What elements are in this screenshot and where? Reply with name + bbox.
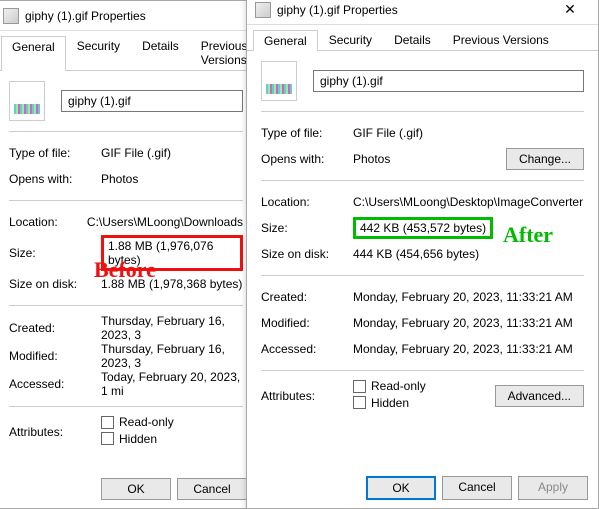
window-title: giphy (1).gif Properties [277,3,550,17]
modified-value: Monday, February 20, 2023, 11:33:21 AM [353,316,584,330]
accessed-value: Today, February 20, 2023, 1 mi [101,370,243,398]
window-icon [255,2,271,18]
tab-details[interactable]: Details [131,35,190,70]
window-title: giphy (1).gif Properties [25,9,249,23]
file-type-icon [9,81,45,121]
opens-value: Photos [101,172,243,186]
hidden-checkbox[interactable]: Hidden [101,432,157,446]
size-label: Size: [261,221,353,235]
size-on-disk-label: Size on disk: [261,247,353,261]
properties-dialog-before: giphy (1).gif Properties General Securit… [0,0,258,509]
modified-label: Modified: [9,349,101,363]
readonly-checkbox[interactable]: Read-only [101,415,174,429]
location-label: Location: [261,195,353,209]
modified-label: Modified: [261,316,353,330]
ok-button[interactable]: OK [101,478,171,500]
close-button[interactable]: ✕ [550,0,590,24]
accessed-label: Accessed: [261,342,353,356]
accessed-label: Accessed: [9,377,101,391]
apply-button[interactable]: Apply [518,476,588,500]
titlebar[interactable]: giphy (1).gif Properties [0,1,257,31]
attributes-label: Attributes: [261,389,353,403]
size-label: Size: [9,246,101,260]
opens-label: Opens with: [261,152,353,166]
opens-label: Opens with: [9,172,101,186]
created-value: Monday, February 20, 2023, 11:33:21 AM [353,290,584,304]
attributes-label: Attributes: [9,425,101,439]
size-on-disk-value: 444 KB (454,656 bytes) [353,247,584,261]
created-value: Thursday, February 16, 2023, 3 [101,314,243,342]
cancel-button[interactable]: Cancel [442,476,512,500]
cancel-button[interactable]: Cancel [177,478,247,500]
size-on-disk-label: Size on disk: [9,277,101,291]
annotation-after: After [503,222,553,248]
type-value: GIF File (.gif) [353,126,584,140]
tab-previous-versions[interactable]: Previous Versions [442,29,560,50]
type-label: Type of file: [261,126,353,140]
file-type-icon [261,61,297,101]
ok-button[interactable]: OK [366,476,436,500]
location-label: Location: [9,215,87,229]
tabs: General Security Details Previous Versio… [247,25,598,51]
tab-general[interactable]: General [253,30,318,51]
annotation-before: Before [94,257,156,283]
tab-details[interactable]: Details [383,29,442,50]
advanced-button[interactable]: Advanced... [495,385,584,407]
size-value-highlighted: 442 KB (453,572 bytes) [353,217,493,239]
tab-security[interactable]: Security [66,35,131,70]
tabs: General Security Details Previous Versio… [0,31,257,71]
opens-value: Photos [353,152,506,166]
filename-input[interactable]: giphy (1).gif [313,70,584,92]
type-value: GIF File (.gif) [101,146,243,160]
window-icon [3,8,19,24]
type-label: Type of file: [9,146,101,160]
properties-dialog-after: giphy (1).gif Properties ✕ General Secur… [246,0,599,509]
tab-general[interactable]: General [1,36,66,71]
created-label: Created: [9,321,101,335]
accessed-value: Monday, February 20, 2023, 11:33:21 AM [353,342,584,356]
change-button[interactable]: Change... [506,148,584,170]
tab-security[interactable]: Security [318,29,383,50]
filename-input[interactable]: giphy (1).gif [61,90,243,112]
titlebar[interactable]: giphy (1).gif Properties ✕ [247,0,598,25]
modified-value: Thursday, February 16, 2023, 3 [101,342,243,370]
location-value: C:\Users\MLoong\Downloads [87,215,243,229]
created-label: Created: [261,290,353,304]
location-value: C:\Users\MLoong\Desktop\ImageConverter [353,195,584,209]
readonly-checkbox[interactable]: Read-only [353,379,426,393]
hidden-checkbox[interactable]: Hidden [353,396,409,410]
